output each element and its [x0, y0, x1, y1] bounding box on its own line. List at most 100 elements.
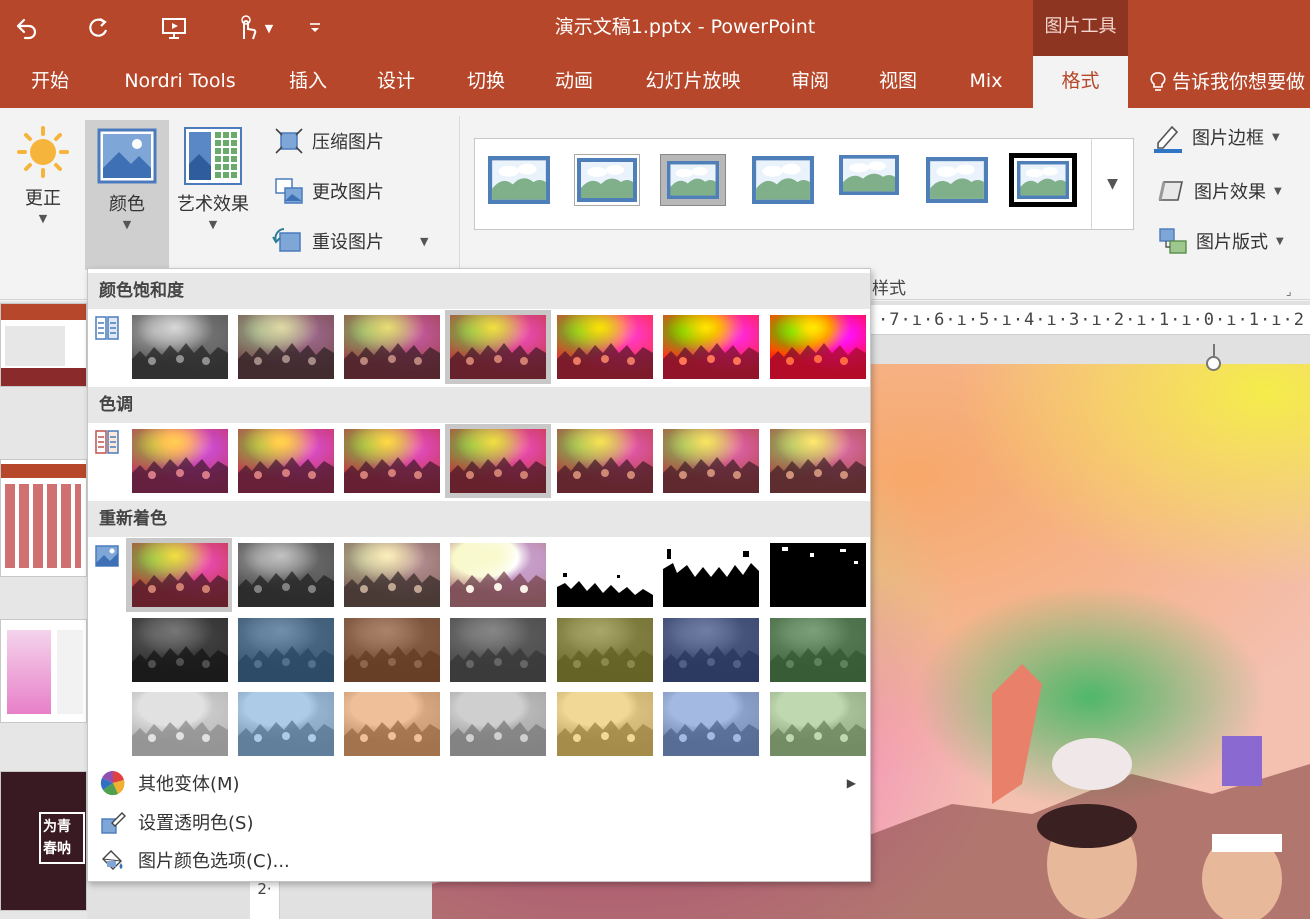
- picture-layout-button[interactable]: 图片版式 ▼: [1158, 224, 1284, 258]
- slides-thumbnail-pane[interactable]: 为青春呐喊: [0, 301, 87, 919]
- tab-review[interactable]: 审阅: [778, 56, 842, 108]
- recolor-swatch-light[interactable]: [238, 692, 334, 756]
- picture-style-grey-matte[interactable]: [661, 155, 725, 205]
- slide-thumbnail[interactable]: [0, 459, 87, 577]
- tone-swatch[interactable]: [663, 429, 759, 493]
- tone-swatch[interactable]: [450, 429, 546, 493]
- saturation-swatch[interactable]: [557, 315, 653, 379]
- tone-swatch[interactable]: [770, 429, 866, 493]
- recolor-swatch-bw-50[interactable]: [663, 543, 759, 607]
- set-transparent-color-menu-item[interactable]: 设置透明色(S): [88, 803, 870, 841]
- recolor-swatch-dark[interactable]: [557, 618, 653, 682]
- saturation-swatch[interactable]: [238, 315, 334, 379]
- recolor-swatch-no-recolor[interactable]: [132, 543, 228, 607]
- recolor-swatch-washout[interactable]: [450, 543, 546, 607]
- tab-mix[interactable]: Mix: [956, 56, 1016, 108]
- recolor-swatch-dark[interactable]: [663, 618, 759, 682]
- chevron-down-icon: ▼: [1107, 176, 1118, 192]
- recolor-swatch-sepia[interactable]: [344, 543, 440, 607]
- picture-effects-button[interactable]: 图片效果 ▼: [1158, 174, 1282, 208]
- artistic-effects-button[interactable]: 艺术效果 ▼: [172, 120, 254, 231]
- tab-nordri-tools[interactable]: Nordri Tools: [108, 56, 252, 108]
- recolor-swatch-light[interactable]: [663, 692, 759, 756]
- picture-border-button[interactable]: 图片边框 ▼: [1152, 120, 1280, 154]
- slide-thumb-text: 为青春呐喊: [39, 812, 85, 864]
- tab-insert[interactable]: 插入: [276, 56, 340, 108]
- change-picture-button[interactable]: 更改图片: [274, 174, 384, 208]
- color-dropdown-menu: 颜色饱和度 色调 重新着色 其他变体(M) ▶ 设置透明色(S) 图片颜色选项(…: [87, 268, 871, 882]
- chevron-down-icon: ▼: [1274, 185, 1282, 197]
- tab-view[interactable]: 视图: [866, 56, 930, 108]
- reset-picture-label: 重设图片: [312, 232, 384, 253]
- recolor-swatch-dark[interactable]: [344, 618, 440, 682]
- slideshow-from-start-icon[interactable]: [156, 0, 192, 56]
- undo-icon[interactable]: [8, 0, 44, 56]
- picture-tools-context-label: 图片工具: [1033, 0, 1128, 56]
- picture-color-icon: [97, 128, 157, 184]
- styles-group-label: 样式: [872, 279, 906, 299]
- reset-picture-icon: [272, 228, 301, 252]
- ribbon-tab-bar: 开始 Nordri Tools 插入 设计 切换 动画 幻灯片放映 审阅 视图 …: [0, 56, 1310, 108]
- saturation-swatch[interactable]: [450, 315, 546, 379]
- tab-home[interactable]: 开始: [18, 56, 82, 108]
- chevron-down-icon: ▼: [420, 234, 429, 248]
- tone-swatch[interactable]: [557, 429, 653, 493]
- recolor-swatch-bw-75[interactable]: [770, 543, 866, 607]
- tab-animations[interactable]: 动画: [542, 56, 606, 108]
- tone-swatch[interactable]: [238, 429, 334, 493]
- recolor-swatch-dark[interactable]: [132, 618, 228, 682]
- recolor-swatch-light[interactable]: [557, 692, 653, 756]
- dialog-launcher-icon[interactable]: ⌟: [1286, 284, 1292, 298]
- tone-swatch[interactable]: [132, 429, 228, 493]
- slide-thumbnail[interactable]: [0, 303, 87, 387]
- picture-style-shadow-rectangle[interactable]: [751, 155, 815, 205]
- recolor-swatch-light[interactable]: [344, 692, 440, 756]
- recolor-swatch-light[interactable]: [450, 692, 546, 756]
- tab-transitions[interactable]: 切换: [454, 56, 518, 108]
- recolor-swatch-dark[interactable]: [770, 618, 866, 682]
- picture-color-options-label: 图片颜色选项(C)...: [138, 851, 290, 872]
- picture-style-reflected-rectangle[interactable]: [837, 155, 901, 205]
- picture-effects-icon: [1158, 181, 1183, 201]
- redo-icon[interactable]: [80, 0, 116, 56]
- saturation-swatch[interactable]: [344, 315, 440, 379]
- corrections-button[interactable]: 更正 ▼: [10, 120, 76, 225]
- picture-style-black-frame[interactable]: [1009, 153, 1077, 207]
- recolor-swatch-dark[interactable]: [450, 618, 546, 682]
- tone-swatch[interactable]: [344, 429, 440, 493]
- tell-me-search[interactable]: 告诉我你想要做: [1150, 56, 1305, 108]
- customize-qat-icon[interactable]: [300, 0, 330, 56]
- recolor-swatch-light[interactable]: [132, 692, 228, 756]
- chevron-down-icon: ▼: [1272, 131, 1280, 143]
- picture-color-options-menu-item[interactable]: 图片颜色选项(C)...: [88, 841, 870, 879]
- picture-style-white-frame[interactable]: [575, 155, 639, 205]
- picture-style-soft-edge[interactable]: [925, 155, 989, 205]
- compress-pictures-label: 压缩图片: [312, 132, 384, 153]
- saturation-section-header: 颜色饱和度: [88, 273, 870, 309]
- slide-thumbnail[interactable]: 为青春呐喊: [0, 771, 87, 911]
- color-button[interactable]: 颜色 ▼: [85, 120, 169, 270]
- tab-slide-show[interactable]: 幻灯片放映: [632, 56, 754, 108]
- recolor-icon: [95, 545, 119, 567]
- recolor-section-header: 重新着色: [88, 501, 870, 537]
- recolor-swatch-light[interactable]: [770, 692, 866, 756]
- picture-style-simple-frame[interactable]: [487, 155, 551, 205]
- pencil-border-icon: [1154, 125, 1182, 153]
- gallery-more-button[interactable]: ▼: [1091, 139, 1133, 229]
- recolor-swatch-grayscale[interactable]: [238, 543, 334, 607]
- tab-design[interactable]: 设计: [364, 56, 428, 108]
- rotation-handle[interactable]: [1206, 356, 1221, 371]
- document-title: 演示文稿1.pptx - PowerPoint: [554, 16, 816, 38]
- recolor-swatch-dark[interactable]: [238, 618, 334, 682]
- saturation-swatch[interactable]: [663, 315, 759, 379]
- tab-format[interactable]: 格式: [1033, 56, 1128, 108]
- saturation-swatch[interactable]: [770, 315, 866, 379]
- chevron-down-icon: ▼: [208, 218, 218, 231]
- recolor-swatch-bw-25[interactable]: [557, 543, 653, 607]
- reset-picture-button[interactable]: 重设图片 ▼: [272, 224, 428, 258]
- touch-mode-icon[interactable]: ▼: [228, 0, 280, 56]
- saturation-swatch[interactable]: [132, 315, 228, 379]
- slide-thumbnail[interactable]: [0, 619, 87, 723]
- compress-pictures-button[interactable]: 压缩图片: [274, 124, 384, 158]
- more-variations-menu-item[interactable]: 其他变体(M) ▶: [88, 764, 870, 802]
